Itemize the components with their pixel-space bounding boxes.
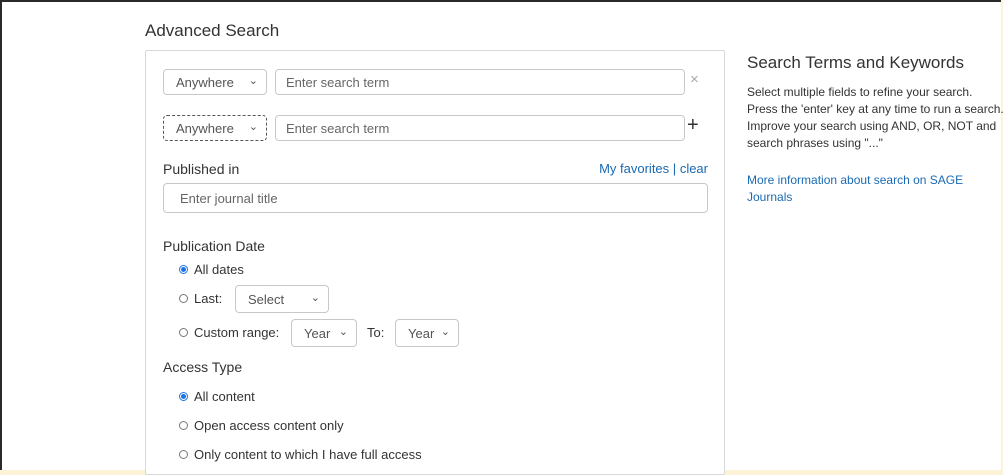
radio-unchecked-icon[interactable] [179, 328, 188, 337]
custom-range-label: Custom range: [194, 325, 280, 340]
chevron-down-icon: ⌄ [440, 326, 450, 338]
all-dates-radio-option[interactable]: All dates [179, 262, 244, 277]
last-period-select-value: Select [248, 291, 285, 307]
radio-checked-icon[interactable] [179, 265, 188, 274]
to-year-select-value: Year [408, 325, 435, 341]
journal-title-input[interactable] [163, 183, 708, 213]
access-option-full[interactable]: Only content to which I have full access [179, 447, 422, 462]
to-label: To: [367, 325, 385, 340]
sidebar-title: Search Terms and Keywords [747, 53, 965, 72]
published-in-label: Published in [163, 161, 240, 177]
search-field-select-2[interactable]: Anywhere ⌄ [163, 115, 267, 141]
from-year-select[interactable]: Year ⌄ [291, 319, 357, 347]
sidebar-help-text: Select multiple fields to refine your se… [747, 85, 1003, 150]
access-option-all[interactable]: All content [179, 389, 255, 404]
last-radio-option[interactable]: Last: [179, 291, 222, 306]
last-label: Last: [194, 291, 223, 306]
favorites-links: My favorites | clear [599, 161, 708, 176]
search-term-input-2[interactable] [275, 115, 685, 141]
access-option-label: All content [194, 389, 255, 404]
publication-date-label: Publication Date [163, 238, 265, 254]
advanced-search-form: Anywhere ⌄ × Anywhere ⌄ + Published in M… [145, 50, 725, 475]
search-term-input-1[interactable] [275, 69, 685, 95]
access-type-label: Access Type [163, 359, 243, 375]
all-dates-label: All dates [194, 262, 244, 277]
access-option-open[interactable]: Open access content only [179, 418, 344, 433]
radio-unchecked-icon[interactable] [179, 294, 188, 303]
chevron-down-icon: ⌄ [248, 75, 258, 87]
search-field-select-2-value: Anywhere [176, 120, 234, 136]
plus-icon[interactable]: + [687, 114, 699, 137]
clear-link[interactable]: clear [680, 161, 708, 176]
my-favorites-link[interactable]: My favorites [599, 161, 669, 176]
radio-unchecked-icon[interactable] [179, 421, 188, 430]
from-year-select-value: Year [304, 325, 331, 341]
search-field-select-1[interactable]: Anywhere ⌄ [163, 69, 267, 95]
radio-checked-icon[interactable] [179, 392, 188, 401]
links-separator: | [672, 161, 677, 176]
chevron-down-icon: ⌄ [310, 292, 320, 304]
access-option-label: Only content to which I have full access [194, 447, 422, 462]
chevron-down-icon: ⌄ [248, 121, 258, 133]
chevron-down-icon: ⌄ [338, 326, 348, 338]
access-option-label: Open access content only [194, 418, 344, 433]
last-period-select[interactable]: Select ⌄ [235, 285, 329, 313]
search-info-link[interactable]: More information about search on SAGE Jo… [747, 172, 997, 206]
radio-unchecked-icon[interactable] [179, 450, 188, 459]
page-title: Advanced Search [145, 21, 280, 40]
to-year-select[interactable]: Year ⌄ [395, 319, 459, 347]
search-field-select-1-value: Anywhere [176, 74, 234, 90]
close-icon[interactable]: × [690, 71, 699, 88]
custom-range-radio-option[interactable]: Custom range: [179, 325, 279, 340]
page-frame: Advanced Search Anywhere ⌄ × Anywhere ⌄ … [0, 0, 1003, 475]
